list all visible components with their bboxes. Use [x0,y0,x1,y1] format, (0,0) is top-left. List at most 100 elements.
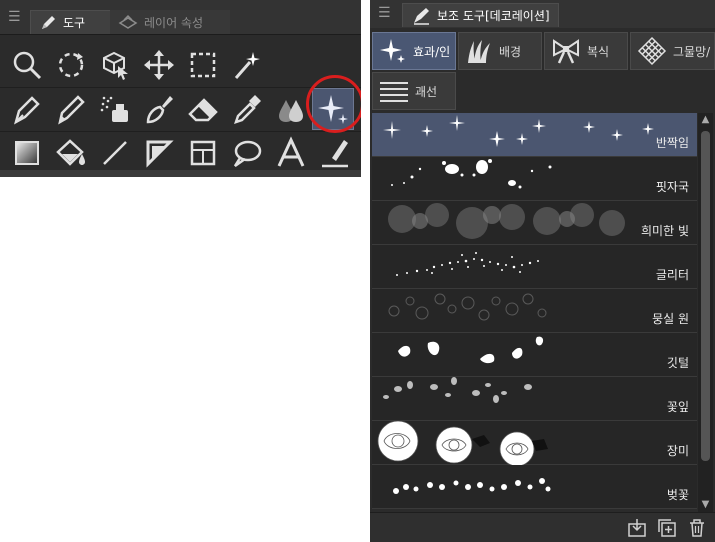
sub-tool-item-label: 뭉실 원 [652,312,689,326]
import-icon [628,519,646,537]
sub-tool-item-sparkles[interactable]: 반짝임 [372,113,697,157]
group-background[interactable]: 배경 [458,32,542,70]
tool-row-3 [0,132,361,174]
object-tool[interactable] [94,44,136,86]
sub-tool-item-feathers[interactable]: 깃털 [372,333,697,377]
magnifier-icon [13,51,42,80]
sub-tool-item-label: 깃털 [666,356,689,370]
sub-tool-item-label: 벚꽃 [666,488,689,502]
ribbon-icon [553,39,579,64]
sub-tool-item-blood-splatter[interactable]: 핏자국 [372,157,697,201]
sub-tool-item-soft-circles[interactable]: 뭉실 원 [372,289,697,333]
sub-tool-item-petals[interactable]: 꽃잎 [372,377,697,421]
sub-tool-item-label: 글리터 [655,268,689,282]
group-costume-label: 복식 [587,44,610,59]
decoration-brush-icon [414,7,429,25]
tool-tab-bar: ☰ 도구 레이어 속성 [0,0,361,35]
frame-icon [190,140,216,166]
move-layer-tool[interactable] [138,44,180,86]
group-costume[interactable]: 복식 [544,32,628,70]
rotate-view-tool[interactable] [50,44,92,86]
sub-tool-tab-label: 보조 도구[데코레이션] [437,9,550,23]
sub-tool-item-roses[interactable]: 장미 [372,421,697,465]
text-icon [277,136,305,167]
cherry-blossoms-preview [393,478,551,494]
trash-icon [690,519,704,537]
delete-subtool-button[interactable] [686,517,708,539]
sub-tool-item-label: 꽃잎 [666,400,689,414]
create-subtool-button[interactable] [656,517,678,539]
sub-tool-footer [370,512,715,542]
paint-bucket-icon [56,139,85,166]
tool-panel-bottom-edge [0,170,361,177]
correct-line-tool[interactable] [314,132,356,174]
highlight-ring [306,75,361,133]
hamburger-icon[interactable]: ☰ [378,6,394,20]
gradient-icon [15,141,39,165]
balloon-tool[interactable] [226,132,268,174]
pen-icon [42,15,55,29]
pen-tool[interactable] [6,88,48,130]
brush-tool[interactable] [138,88,180,130]
pencil-tool[interactable] [50,88,92,130]
glitter-preview [396,252,539,276]
layer-property-icon [118,14,138,29]
scroll-up-arrow-icon[interactable]: ▲ [698,113,713,127]
group-net-pattern[interactable]: 그물망/ [630,32,715,70]
faint-light-preview [388,203,625,239]
roses-preview [377,421,548,465]
eraser-tool[interactable] [182,88,224,130]
tab-layer-property[interactable]: 레이어 속성 [110,10,230,34]
feathers-preview [398,336,544,364]
import-subtool-button[interactable] [626,517,648,539]
group-net-pattern-label: 그물망/ [673,44,711,59]
fill-tool[interactable] [50,132,92,174]
move-arrows-icon [144,50,174,80]
petals-preview [383,377,532,403]
hamburger-icon[interactable]: ☰ [8,10,24,24]
ruler-tool[interactable] [138,132,180,174]
sub-tool-item-glitter[interactable]: 글리터 [372,245,697,289]
magic-wand-icon [234,52,260,79]
grass-icon [468,40,490,63]
tool-panel: ☰ 도구 레이어 속성 [0,0,361,177]
tab-layer-property-label: 레이어 속성 [144,15,204,30]
auto-select-tool[interactable] [226,44,268,86]
frame-border-tool[interactable] [182,132,224,174]
group-effects[interactable]: 효과/인 [372,32,456,70]
correct-line-icon [322,140,348,168]
tab-sub-tool-decoration[interactable]: 보조 도구[데코레이션] [402,3,559,27]
group-effects-label: 효과/인 [413,44,451,59]
figure-tool[interactable] [94,132,136,174]
sub-tool-item-label: 장미 [666,444,689,458]
sub-tool-list-scrollbar[interactable]: ▲ ▼ [698,113,713,512]
scroll-down-arrow-icon[interactable]: ▼ [698,498,713,512]
group-ruled-lines[interactable]: 괘선 [372,72,456,110]
eraser-icon [188,98,218,122]
sparkle-icon [380,39,405,63]
ruled-lines-icon [380,82,408,102]
pen-nib-icon [14,96,40,125]
sub-tool-list: 반짝임 핏자국 희미한 빛 글리터 뭉실 원 깃털 꽃잎 장미 벚꽃 [372,113,697,512]
group-background-label: 배경 [499,44,522,59]
rotate-icon [58,52,84,78]
eyedropper-icon [234,95,261,124]
zoom-tool[interactable] [6,44,48,86]
tab-tool[interactable]: 도구 [30,10,114,34]
scroll-thumb[interactable] [701,131,710,461]
pencil-icon [58,95,85,125]
ruler-icon [146,140,174,168]
text-tool[interactable] [270,132,312,174]
blood-splatter-preview [391,159,552,189]
sub-tool-item-cherry-blossoms[interactable]: 벚꽃 [372,465,697,509]
sub-tool-item-faint-light[interactable]: 희미한 빛 [372,201,697,245]
eyedropper-tool[interactable] [226,88,268,130]
selection-tool[interactable] [182,44,224,86]
add-copy-icon [658,519,676,537]
soft-circles-preview [388,293,547,321]
gradient-tool[interactable] [6,132,48,174]
airbrush-icon [100,96,128,122]
airbrush-tool[interactable] [94,88,136,130]
sub-tool-item-label: 핏자국 [655,180,689,194]
line-icon [103,141,127,165]
